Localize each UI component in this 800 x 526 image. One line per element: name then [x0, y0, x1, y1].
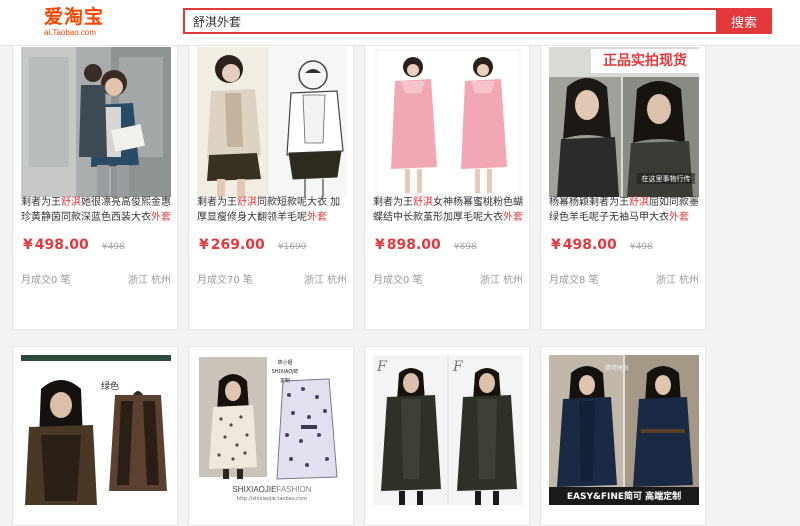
- meta-row: 月成交8 笔 浙江 杭州: [549, 271, 699, 286]
- current-price: ¥898.00: [375, 237, 441, 253]
- title-text: 剩者为王: [197, 197, 237, 208]
- title-keyword: 外套: [669, 212, 689, 223]
- search-button[interactable]: 搜索: [716, 8, 772, 34]
- title-text: 剩者为王: [373, 197, 413, 208]
- color-label: 绿色: [101, 382, 120, 392]
- monthly-sales: 月成交0 笔: [21, 275, 71, 286]
- store-url: http://shixiaojie.taobao.com: [237, 496, 307, 502]
- product-title[interactable]: 剩者为王舒淇同款短款呢大衣 加厚显瘦修身大翻领羊毛呢外套: [197, 195, 349, 225]
- title-keyword: 外套: [151, 212, 171, 223]
- monthly-sales: 月成交0 笔: [373, 275, 423, 286]
- product-image[interactable]: [197, 47, 347, 197]
- product-card[interactable]: 简可时尚 EASY&FINE简可 高端定制: [540, 346, 706, 526]
- title-keyword: 舒淇: [413, 197, 433, 208]
- seller-location: 浙江 杭州: [303, 275, 347, 286]
- product-image[interactable]: 在这里事物行传 正品实拍现货: [549, 47, 699, 197]
- monthly-sales: 月成交70 笔: [197, 275, 253, 286]
- authentic-badge: 正品实拍现货: [591, 49, 699, 73]
- price-row: ¥498.00 ¥498: [551, 234, 653, 254]
- brand-tag: 饰小姐 SHIXIAOJIE 定制: [271, 360, 299, 384]
- brand-caption: EASY&FINE简可 高端定制: [566, 492, 682, 502]
- current-price: ¥498.00: [551, 237, 617, 253]
- product-grid: 剩者为王舒淇她很漂亮高俊熙金惠珍黄静茵同款深蓝色西装大衣外套 ¥498.00 ¥…: [0, 0, 800, 526]
- title-keyword: 舒淇: [629, 197, 649, 208]
- product-image[interactable]: 绿色: [21, 355, 171, 505]
- product-card[interactable]: 饰小姐 SHIXIAOJIE 定制 SHIXIAOJIEFASHION http…: [188, 346, 354, 526]
- product-title[interactable]: 剩者为王舒淇她很漂亮高俊熙金惠珍黄静茵同款深蓝色西装大衣外套: [21, 195, 173, 225]
- top-bar: 爱淘宝 ai.Taobao.com 搜索: [0, 0, 800, 46]
- product-title[interactable]: 杨幂杨颖剩者为王舒淇屈如同款墨绿色羊毛呢子无袖马甲大衣外套: [549, 195, 701, 225]
- product-card[interactable]: 剩者为王舒淇女神杨幂蜜桃粉色蝴蝶结中长款茧形加厚毛呢大衣外套 ¥898.00 ¥…: [364, 30, 530, 330]
- product-card[interactable]: 在这里事物行传 正品实拍现货 杨幂杨颖剩者为王舒淇屈如同款墨绿色羊毛呢子无袖马甲…: [540, 30, 706, 330]
- meta-row: 月成交70 笔 浙江 杭州: [197, 271, 347, 286]
- product-image[interactable]: [21, 47, 171, 197]
- original-price: ¥898: [453, 242, 477, 252]
- original-price: ¥1699: [277, 242, 307, 252]
- seller-location: 浙江 杭州: [479, 275, 523, 286]
- image-caption: 在这里事物行传: [642, 174, 691, 183]
- logo-subtext: ai.Taobao.com: [44, 28, 97, 37]
- current-price: ¥269.00: [199, 237, 265, 253]
- site-logo[interactable]: 爱淘宝 ai.Taobao.com: [44, 6, 124, 40]
- brand-caption: SHIXIAOJIEFASHION: [232, 485, 312, 494]
- svg-text:F: F: [376, 359, 388, 375]
- price-row: ¥898.00 ¥898: [375, 234, 477, 254]
- logo-text: 爱淘宝: [44, 6, 105, 28]
- product-image[interactable]: 饰小姐 SHIXIAOJIE 定制 SHIXIAOJIEFASHION http…: [197, 355, 347, 505]
- product-image[interactable]: 简可时尚 EASY&FINE简可 高端定制: [549, 355, 699, 505]
- product-card[interactable]: 剩者为王舒淇她很漂亮高俊熙金惠珍黄静茵同款深蓝色西装大衣外套 ¥498.00 ¥…: [12, 30, 178, 330]
- monthly-sales: 月成交8 笔: [549, 275, 599, 286]
- original-price: ¥498: [101, 242, 125, 252]
- title-keyword: 舒淇: [237, 197, 257, 208]
- title-text: 剩者为王: [21, 197, 61, 208]
- seller-location: 浙江 杭州: [655, 275, 699, 286]
- title-keyword: 外套: [503, 212, 523, 223]
- search-input[interactable]: [183, 8, 716, 34]
- title-keyword: 外套: [307, 212, 327, 223]
- product-title[interactable]: 剩者为王舒淇女神杨幂蜜桃粉色蝴蝶结中长款茧形加厚毛呢大衣外套: [373, 195, 525, 225]
- svg-text:F: F: [452, 359, 464, 375]
- meta-row: 月成交0 笔 浙江 杭州: [373, 271, 523, 286]
- price-row: ¥498.00 ¥498: [23, 234, 125, 254]
- seller-location: 浙江 杭州: [127, 275, 171, 286]
- product-image[interactable]: [373, 47, 523, 197]
- current-price: ¥498.00: [23, 237, 89, 253]
- product-card[interactable]: 绿色: [12, 346, 178, 526]
- image-watermark: 简可时尚: [605, 365, 630, 372]
- title-text: 杨幂杨颖剩者为王: [549, 197, 629, 208]
- product-card[interactable]: F F: [364, 346, 530, 526]
- price-row: ¥269.00 ¥1699: [199, 234, 307, 254]
- title-keyword: 舒淇: [61, 197, 81, 208]
- product-card[interactable]: 剩者为王舒淇同款短款呢大衣 加厚显瘦修身大翻领羊毛呢外套 ¥269.00 ¥16…: [188, 30, 354, 330]
- meta-row: 月成交0 笔 浙江 杭州: [21, 271, 171, 286]
- product-image[interactable]: F F: [373, 355, 523, 505]
- original-price: ¥498: [629, 242, 653, 252]
